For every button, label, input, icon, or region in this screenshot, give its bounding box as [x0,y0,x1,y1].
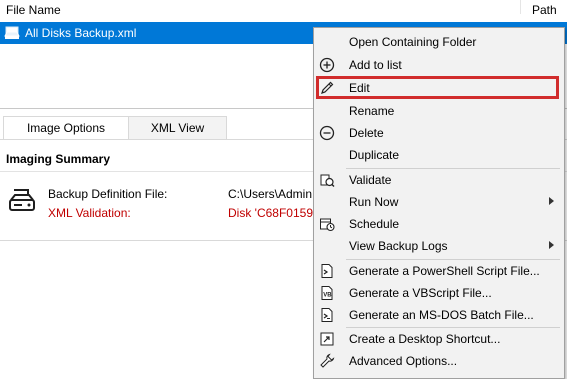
menu-item-generate-vbscript[interactable]: VB Generate a VBScript File... [314,282,564,304]
menu-item-create-desktop-shortcut[interactable]: Create a Desktop Shortcut... [314,328,564,350]
menu-item-label: Validate [349,173,392,187]
menu-item-generate-batch[interactable]: Generate an MS-DOS Batch File... [314,304,564,326]
backup-definition-value: C:\Users\Admin [228,187,313,201]
tab-xml-view[interactable]: XML View [128,116,227,139]
menu-item-add-to-list[interactable]: Add to list [314,54,564,76]
xml-validation-value: Disk 'C68F0159- [228,206,317,220]
imaging-summary-title: Imaging Summary [6,152,111,166]
menu-item-label: Create a Desktop Shortcut... [349,332,501,346]
menu-item-label: Delete [349,126,384,140]
menu-item-generate-powershell[interactable]: Generate a PowerShell Script File... [314,260,564,282]
validate-icon [320,174,335,187]
row-file-name[interactable]: All Disks Backup.xml [25,26,136,40]
menu-item-duplicate[interactable]: Duplicate [314,144,564,166]
minus-circle-icon [319,125,335,141]
list-header: File Name Path [0,0,567,22]
menu-item-label: Open Containing Folder [349,35,477,49]
menu-item-delete[interactable]: Delete [314,122,564,144]
backup-definition-label: Backup Definition File: [48,187,168,201]
menu-item-label: Generate a PowerShell Script File... [349,264,540,278]
menu-item-validate[interactable]: Validate [314,169,564,191]
disk-drive-icon [9,189,35,211]
xml-validation-label: XML Validation: [48,206,131,220]
submenu-arrow-icon [549,197,554,205]
menu-item-label: View Backup Logs [349,239,448,253]
menu-item-label: Generate an MS-DOS Batch File... [349,308,534,322]
context-menu: Open Containing Folder Add to list Edit … [313,27,565,379]
column-separator[interactable] [520,0,521,14]
menu-item-advanced-options[interactable]: Advanced Options... [314,350,564,372]
menu-item-label: Run Now [349,195,399,209]
tab-image-options[interactable]: Image Options [3,116,129,139]
backup-file-icon [4,26,20,39]
batch-file-icon [321,308,333,322]
menu-item-open-containing-folder[interactable]: Open Containing Folder [314,31,564,53]
menu-item-label: Advanced Options... [349,354,458,368]
menu-item-label: Duplicate [349,148,400,162]
menu-item-view-backup-logs[interactable]: View Backup Logs [314,235,564,257]
menu-item-run-now[interactable]: Run Now [314,191,564,213]
menu-item-schedule[interactable]: Schedule [314,213,564,235]
column-path[interactable]: Path [532,3,557,17]
submenu-arrow-icon [549,241,554,249]
vbscript-icon: VB [321,286,333,300]
column-file-name[interactable]: File Name [6,3,61,17]
schedule-icon [320,218,335,232]
menu-item-label: Add to list [349,58,402,72]
menu-item-label: Schedule [349,217,400,231]
menu-item-label: Generate a VBScript File... [349,286,492,300]
edit-highlight-box [316,76,559,99]
shortcut-icon [320,332,334,346]
plus-circle-icon [319,57,335,73]
powershell-script-icon [321,264,333,278]
svg-text:VB: VB [323,293,332,299]
wrench-icon [320,353,335,368]
menu-item-rename[interactable]: Rename [314,100,564,122]
menu-item-label: Rename [349,104,395,118]
